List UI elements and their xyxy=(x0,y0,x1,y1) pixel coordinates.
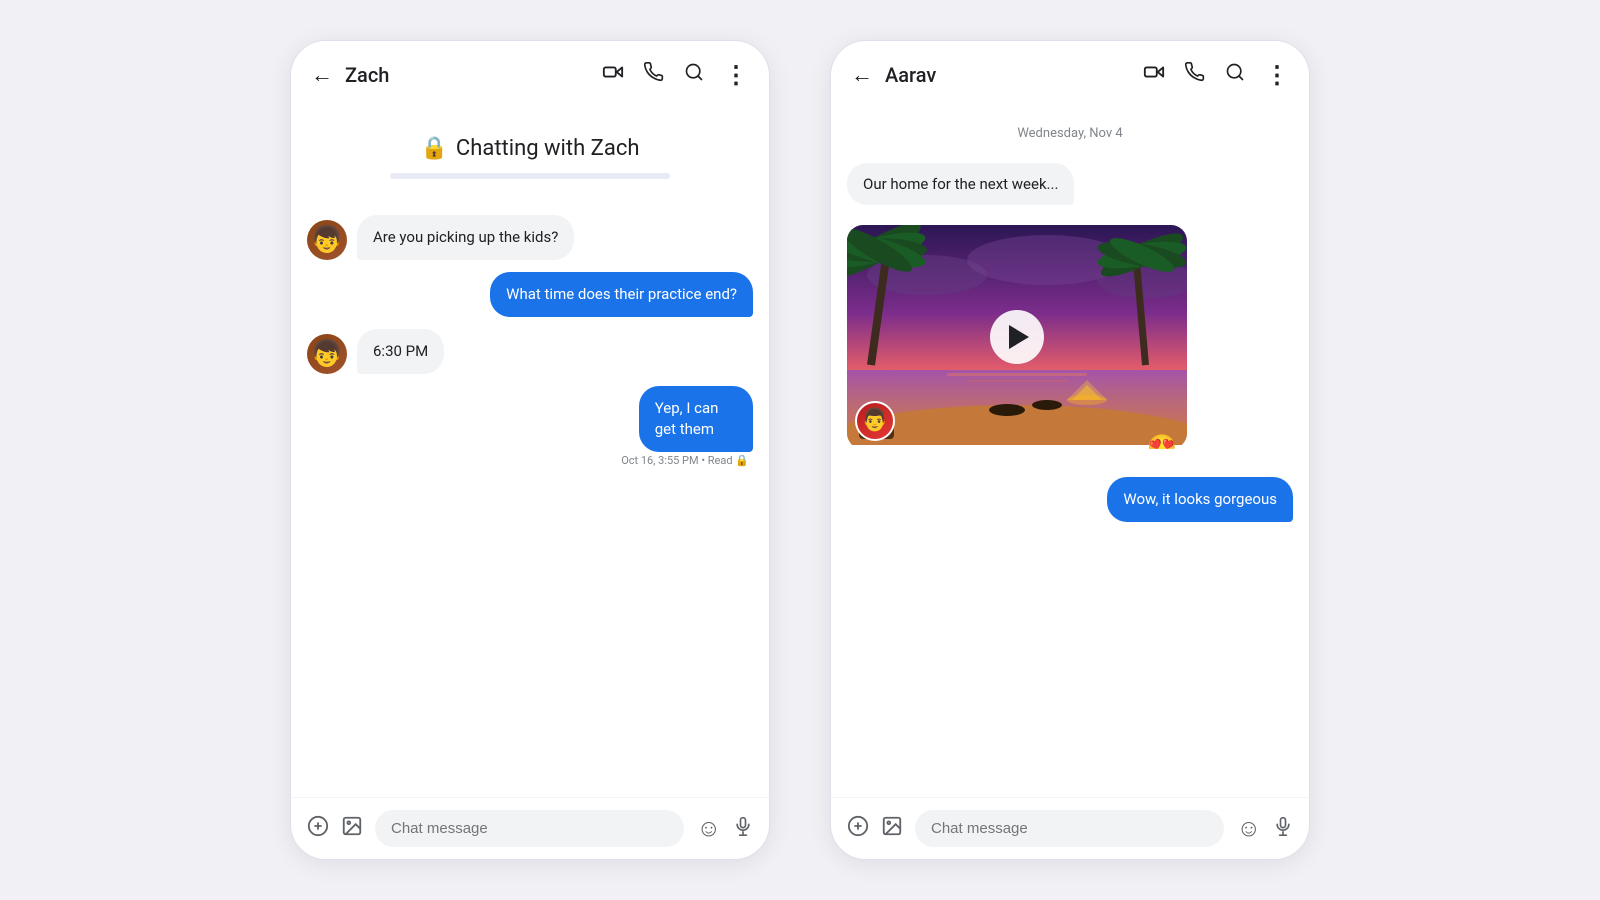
video-call-icon-aarav[interactable] xyxy=(1143,61,1165,88)
chat-area-aarav: Wednesday, Nov 4 Our home for the next w… xyxy=(831,104,1309,797)
add-icon[interactable] xyxy=(307,815,329,843)
security-bar xyxy=(390,173,670,179)
date-label: Wednesday, Nov 4 xyxy=(847,126,1293,141)
input-bar-zach: ☺ xyxy=(291,797,769,859)
bubble-received-1: Are you picking up the kids? xyxy=(357,215,574,260)
play-triangle-icon xyxy=(1009,325,1029,349)
emoji-icon-aarav[interactable]: ☺ xyxy=(1236,814,1261,843)
avatar-zach-2: 👦 xyxy=(307,334,347,374)
chat-input-zach[interactable] xyxy=(375,810,684,847)
header-icons-aarav: ⋮ xyxy=(1143,61,1289,88)
bubble-sent-1: What time does their practice end? xyxy=(490,272,753,317)
security-text: 🔒 Chatting with Zach xyxy=(421,136,640,161)
contact-name-zach: Zach xyxy=(345,63,590,87)
back-button-zach[interactable]: ← xyxy=(311,62,333,88)
video-call-icon[interactable] xyxy=(602,61,624,88)
mic-icon[interactable] xyxy=(733,815,753,843)
received-area-1: Our home for the next week... xyxy=(847,163,1293,213)
video-bubble[interactable]: 0:31 😍 xyxy=(847,225,1187,449)
avatar-zach-1: 👦 xyxy=(307,220,347,260)
phone-header-aarav: ← Aarav xyxy=(831,41,1309,104)
phone-header-zach: ← Zach xyxy=(291,41,769,104)
phones-container: ← Zach xyxy=(290,40,1310,860)
reaction-emoji: 😍 xyxy=(1147,433,1177,449)
message-row-1: 👦 Are you picking up the kids? xyxy=(307,215,753,260)
text-above-video: Our home for the next week... xyxy=(847,163,1074,205)
search-icon-aarav[interactable] xyxy=(1225,62,1245,87)
bubble-sent-aarav: Wow, it looks gorgeous xyxy=(1107,477,1293,522)
photo-icon-aarav[interactable] xyxy=(881,815,903,843)
message-row-4: Yep, I can get them xyxy=(594,386,753,452)
message-row-3: 👦 6:30 PM xyxy=(307,329,753,374)
bubble-received-2: 6:30 PM xyxy=(357,329,444,374)
header-icons-zach: ⋮ xyxy=(602,61,749,88)
add-icon-aarav[interactable] xyxy=(847,815,869,843)
sent-area-4: Yep, I can get them Oct 16, 3:55 PM • Re… xyxy=(307,386,753,467)
security-badge: 🔒 Chatting with Zach xyxy=(307,136,753,179)
photo-icon[interactable] xyxy=(341,815,363,843)
chat-area-zach: 🔒 Chatting with Zach 👦 Are you picking u… xyxy=(291,104,769,797)
phone-zach: ← Zach xyxy=(290,40,770,860)
search-icon[interactable] xyxy=(684,62,704,87)
mic-icon-aarav[interactable] xyxy=(1273,815,1293,843)
phone-call-icon-aarav[interactable] xyxy=(1185,62,1205,87)
more-options-icon[interactable]: ⋮ xyxy=(724,69,749,81)
bubble-sent-2: Yep, I can get them xyxy=(639,386,753,452)
input-bar-aarav: ☺ xyxy=(831,797,1309,859)
phone-aarav: ← Aarav xyxy=(830,40,1310,860)
chatting-with-label: Chatting with Zach xyxy=(456,136,640,161)
message-row-2: What time does their practice end? xyxy=(307,272,753,317)
play-button[interactable] xyxy=(990,310,1044,364)
back-button-aarav[interactable]: ← xyxy=(851,62,873,88)
more-options-icon-aarav[interactable]: ⋮ xyxy=(1265,69,1289,81)
avatar-aarav: 👨 xyxy=(855,401,895,441)
chat-input-aarav[interactable] xyxy=(915,810,1224,847)
message-row-aarav-sent: Wow, it looks gorgeous xyxy=(847,477,1293,522)
message-meta: Oct 16, 3:55 PM • Read 🔒 xyxy=(621,454,753,467)
phone-call-icon[interactable] xyxy=(644,62,664,87)
lock-icon: 🔒 xyxy=(421,136,448,161)
emoji-icon[interactable]: ☺ xyxy=(696,814,721,843)
contact-name-aarav: Aarav xyxy=(885,63,1131,87)
video-message-wrapper: 0:31 😍 👨 xyxy=(847,225,1293,449)
